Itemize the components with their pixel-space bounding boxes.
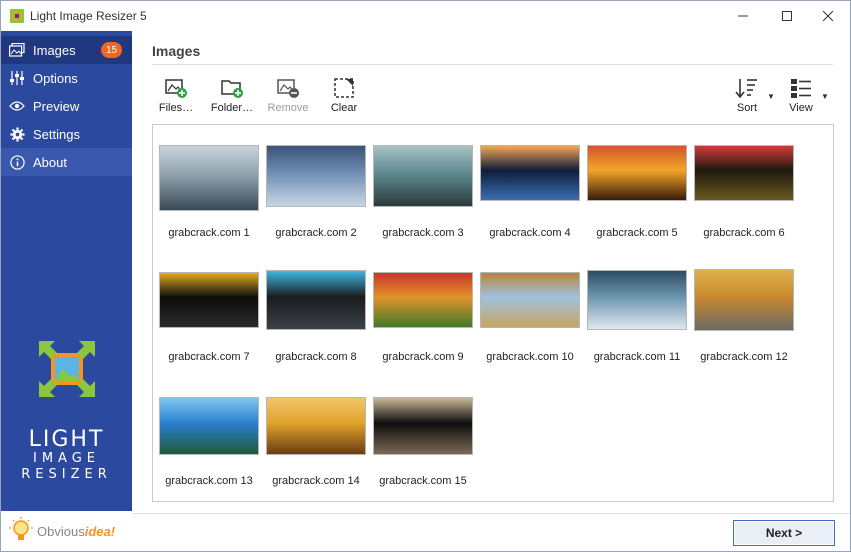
sort-label: Sort [736, 102, 758, 114]
thumbnail-label: grabcrack.com 3 [382, 227, 464, 239]
eye-icon [9, 98, 25, 114]
thumbnail-image[interactable] [587, 270, 687, 330]
sidebar: Images 15 Options Preview Settings About… [1, 31, 132, 551]
remove-label: Remove [267, 102, 309, 114]
add-folder-label: Folder… [210, 102, 254, 114]
thumbnail-image[interactable] [694, 269, 794, 331]
logo-text-light: LIGHT [28, 427, 105, 452]
remove-button[interactable]: Remove [264, 76, 312, 116]
info-icon [9, 154, 25, 170]
sort-dropdown-icon[interactable]: ▼ [767, 92, 775, 101]
thumbnail-label: grabcrack.com 9 [382, 351, 464, 363]
close-button[interactable] [806, 1, 850, 31]
app-logo-icon [10, 9, 24, 23]
sidebar-item-label: Preview [33, 98, 80, 114]
sidebar-item-label: Settings [33, 126, 80, 142]
thumbnail-label: grabcrack.com 8 [275, 351, 357, 363]
brand-name: Obviousidea! [37, 523, 116, 539]
sidebar-item-label: Options [33, 70, 78, 86]
thumbnail-image[interactable] [587, 145, 687, 201]
gear-icon [9, 126, 25, 142]
sort-icon [735, 79, 757, 99]
thumbnail-image[interactable] [266, 397, 366, 455]
clear-button[interactable]: Clear [320, 76, 368, 116]
sort-button[interactable]: Sort ▼ [723, 76, 775, 116]
remove-image-icon [277, 79, 299, 98]
window-title: Light Image Resizer 5 [30, 9, 147, 23]
thumbnail-label: grabcrack.com 13 [165, 475, 253, 487]
minimize-icon [738, 15, 748, 17]
sidebar-item-preview[interactable]: Preview [1, 92, 132, 120]
obviousidea-brand[interactable]: Obviousidea! [1, 511, 132, 551]
close-icon [823, 11, 833, 21]
logo-text-resizer: RESIZER [21, 467, 112, 482]
lightbulb-icon [9, 517, 33, 540]
thumbnail-image[interactable] [266, 145, 366, 207]
thumbnail-image[interactable] [480, 145, 580, 201]
maximize-icon [782, 11, 792, 21]
clear-selection-icon [334, 78, 354, 98]
thumbnail-image[interactable] [373, 272, 473, 328]
add-folder-button[interactable]: Folder… [208, 76, 256, 116]
thumbnail-label: grabcrack.com 4 [489, 227, 571, 239]
thumbnail-label: grabcrack.com 1 [168, 227, 250, 239]
sidebar-item-about[interactable]: About [1, 148, 132, 176]
thumbnail-image[interactable] [266, 270, 366, 330]
sidebar-item-images[interactable]: Images 15 [1, 36, 132, 64]
light-image-resizer-logo-icon [39, 341, 95, 397]
title-divider [152, 64, 833, 65]
sliders-icon [9, 70, 25, 86]
page-title: Images [152, 43, 201, 59]
sidebar-item-settings[interactable]: Settings [1, 120, 132, 148]
sidebar-item-label: About [33, 154, 67, 170]
maximize-button[interactable] [765, 1, 809, 31]
thumbnail-label: grabcrack.com 2 [275, 227, 357, 239]
sidebar-item-options[interactable]: Options [1, 64, 132, 92]
clear-label: Clear [330, 102, 358, 114]
thumbnail-image[interactable] [373, 145, 473, 207]
thumbnail-label: grabcrack.com 5 [596, 227, 678, 239]
view-dropdown-icon[interactable]: ▼ [821, 92, 829, 101]
thumbnail-image[interactable] [694, 145, 794, 201]
thumbnail-label: grabcrack.com 11 [593, 351, 681, 363]
thumbnail-image[interactable] [480, 272, 580, 328]
add-folder-icon [221, 80, 243, 98]
add-image-icon [165, 79, 187, 98]
app-window: Light Image Resizer 5 Images 15 Options [0, 0, 851, 552]
thumbnail-label: grabcrack.com 14 [272, 475, 360, 487]
footer-divider [132, 513, 850, 514]
next-button[interactable]: Next > [733, 520, 835, 546]
main-content: Images Files… Folder… Remove Clear Sort … [132, 31, 850, 551]
logo-text-image: IMAGE [32, 451, 100, 466]
thumbnail-image[interactable] [373, 397, 473, 455]
thumbnail-label: grabcrack.com 6 [703, 227, 785, 239]
view-label: View [789, 102, 813, 114]
image-grid[interactable]: grabcrack.com 1 grabcrack.com 2 grabcrack.… [152, 124, 834, 502]
thumbnail-label: grabcrack.com 7 [168, 351, 250, 363]
view-list-icon [791, 79, 811, 98]
thumbnail-label: grabcrack.com 10 [486, 351, 574, 363]
view-button[interactable]: View ▼ [777, 76, 829, 116]
title-bar: Light Image Resizer 5 [1, 1, 850, 31]
thumbnail-label: grabcrack.com 15 [379, 475, 467, 487]
add-files-label: Files… [158, 102, 194, 114]
thumbnail-label: grabcrack.com 12 [700, 351, 788, 363]
add-files-button[interactable]: Files… [152, 76, 200, 116]
thumbnail-image[interactable] [159, 397, 259, 455]
images-count-badge: 15 [101, 42, 122, 58]
images-icon [9, 42, 25, 58]
minimize-button[interactable] [721, 1, 765, 31]
thumbnail-image[interactable] [159, 145, 259, 211]
sidebar-item-label: Images [33, 42, 76, 58]
thumbnail-image[interactable] [159, 272, 259, 328]
